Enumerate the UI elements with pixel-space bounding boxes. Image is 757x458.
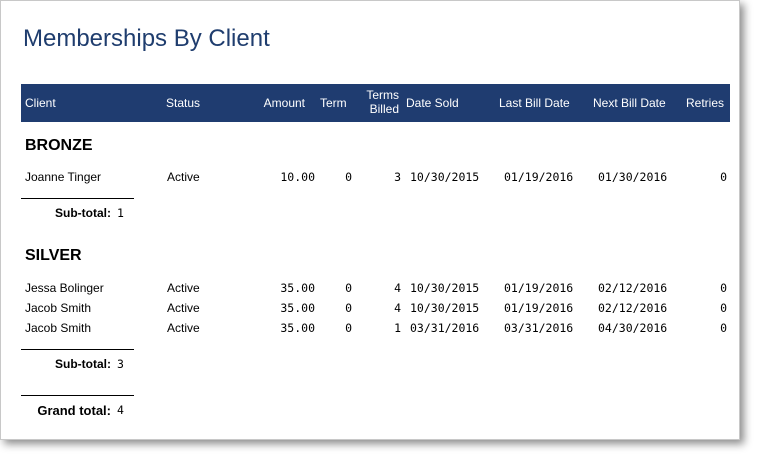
- grand-total-label: Grand total:: [37, 403, 111, 418]
- cell-retries: 0: [720, 321, 727, 335]
- cell-terms-billed: 3: [394, 170, 401, 184]
- cell-amount: 35.00: [280, 281, 315, 295]
- subtotal-label: Sub-total:: [55, 206, 111, 220]
- cell-amount: 10.00: [280, 170, 315, 184]
- table-row: Jacob Smith Active 35.00 0 4 10/30/2015 …: [21, 298, 730, 318]
- col-header-amount: Amount: [263, 96, 305, 110]
- cell-date-sold: 10/30/2015: [410, 301, 480, 315]
- table-row: Jacob Smith Active 35.00 0 1 03/31/2016 …: [21, 318, 730, 338]
- cell-next-bill-date: 02/12/2016: [598, 301, 668, 315]
- cell-amount: 35.00: [280, 301, 315, 315]
- group-title-silver: SILVER: [25, 247, 82, 264]
- cell-term: 0: [345, 281, 352, 295]
- col-header-term: Term: [320, 96, 347, 110]
- cell-retries: 0: [720, 301, 727, 315]
- cell-retries: 0: [720, 170, 727, 184]
- cell-last-bill-date: 01/19/2016: [504, 301, 574, 315]
- terms-billed-line1: Terms: [366, 88, 399, 102]
- cell-client: Jessa Bolinger: [25, 281, 104, 295]
- subtotal-value: 3: [117, 357, 124, 371]
- group-title-bronze: BRONZE: [25, 137, 93, 154]
- cell-amount: 35.00: [280, 321, 315, 335]
- cell-terms-billed: 1: [394, 321, 401, 335]
- cell-retries: 0: [720, 281, 727, 295]
- cell-term: 0: [345, 321, 352, 335]
- cell-terms-billed: 4: [394, 281, 401, 295]
- report-title: Memberships By Client: [23, 25, 270, 52]
- table-header: Client Status Amount Term Terms Billed Da…: [21, 84, 730, 122]
- col-header-date-sold: Date Sold: [406, 96, 459, 110]
- cell-client: Jacob Smith: [25, 321, 92, 335]
- cell-next-bill-date: 04/30/2016: [598, 321, 668, 335]
- subtotal-label: Sub-total:: [55, 357, 111, 371]
- cell-last-bill-date: 01/19/2016: [504, 281, 574, 295]
- cell-status: Active: [167, 170, 200, 184]
- table-row: Jessa Bolinger Active 35.00 0 4 10/30/20…: [21, 278, 730, 298]
- cell-next-bill-date: 02/12/2016: [598, 281, 668, 295]
- col-header-terms-billed: Terms Billed: [357, 88, 399, 116]
- cell-client: Joanne Tinger: [25, 170, 102, 184]
- cell-last-bill-date: 01/19/2016: [504, 170, 574, 184]
- col-header-status: Status: [166, 96, 201, 110]
- cell-term: 0: [345, 301, 352, 315]
- cell-date-sold: 10/30/2015: [410, 281, 480, 295]
- cell-status: Active: [167, 301, 200, 315]
- col-header-retries: Retries: [686, 96, 725, 110]
- grand-total-value: 4: [117, 403, 124, 417]
- cell-terms-billed: 4: [394, 301, 401, 315]
- terms-billed-line2: Billed: [369, 102, 399, 116]
- cell-term: 0: [345, 170, 352, 184]
- grand-total-divider: [21, 395, 134, 396]
- cell-status: Active: [167, 321, 200, 335]
- subtotal-divider: [21, 198, 134, 199]
- subtotal-value: 1: [117, 206, 124, 220]
- col-header-next-bill-date: Next Bill Date: [593, 96, 666, 110]
- cell-last-bill-date: 03/31/2016: [504, 321, 574, 335]
- subtotal-divider: [21, 349, 134, 350]
- cell-date-sold: 03/31/2016: [410, 321, 480, 335]
- col-header-last-bill-date: Last Bill Date: [499, 96, 570, 110]
- cell-client: Jacob Smith: [25, 301, 92, 315]
- report-page: Memberships By Client Client Status Amou…: [0, 0, 740, 440]
- cell-status: Active: [167, 281, 200, 295]
- col-header-client: Client: [25, 96, 56, 110]
- cell-date-sold: 10/30/2015: [410, 170, 480, 184]
- cell-next-bill-date: 01/30/2016: [598, 170, 668, 184]
- table-row: Joanne Tinger Active 10.00 0 3 10/30/201…: [21, 167, 730, 187]
